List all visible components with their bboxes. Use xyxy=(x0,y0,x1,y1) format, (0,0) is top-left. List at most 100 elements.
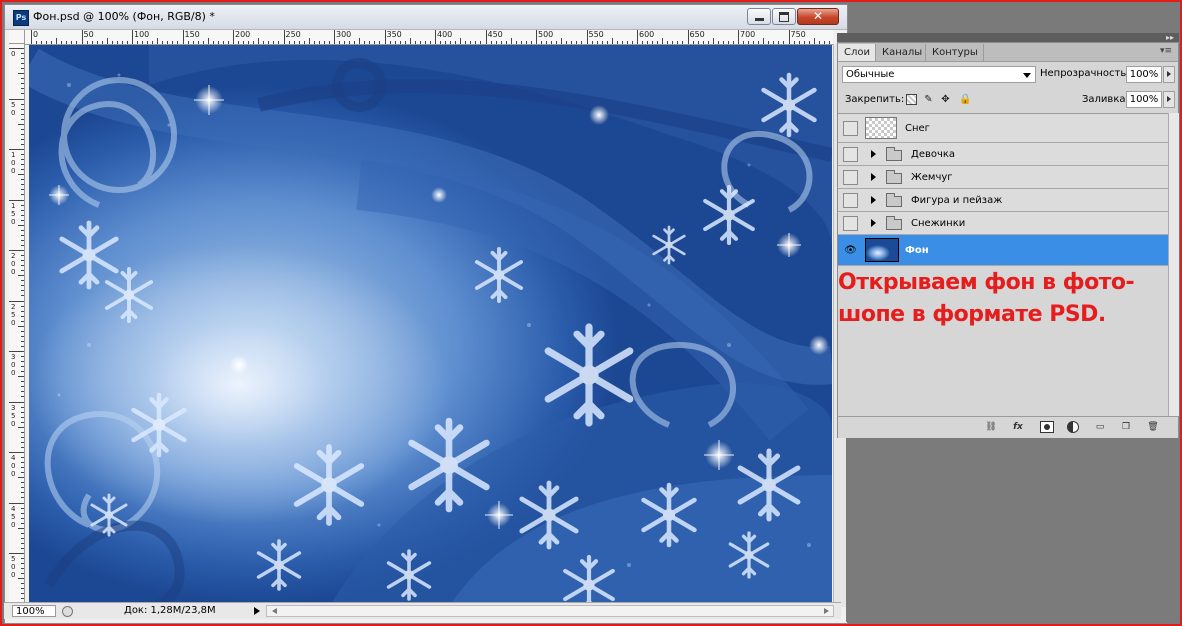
layer-group-snezhinki[interactable]: Снежинки xyxy=(838,212,1168,235)
horizontal-scrollbar[interactable] xyxy=(266,605,834,617)
status-menu-arrow-icon[interactable] xyxy=(254,607,260,615)
lock-transparency-icon[interactable] xyxy=(906,94,917,105)
ruler-minor-tick xyxy=(21,507,24,509)
vertical-ruler[interactable]: 0 5 0 1 0 0 1 5 0 2 0 0 2 5 0 3 0 0 3 5 0 4 0 0 4… xyxy=(9,44,25,607)
ruler-minor-tick xyxy=(773,41,775,44)
lock-all-padlock-icon[interactable]: 🔒 xyxy=(959,94,971,105)
ruler-minor-tick xyxy=(349,41,351,44)
expand-group-triangle-icon[interactable] xyxy=(871,150,876,158)
ruler-minor-tick xyxy=(21,563,24,565)
ruler-minor-tick xyxy=(783,41,785,44)
ruler-minor-tick xyxy=(21,396,24,398)
new-layer-icon[interactable]: ❐ xyxy=(1119,421,1133,433)
ruler-minor-tick xyxy=(419,41,421,44)
fill-slider-button[interactable] xyxy=(1163,91,1175,108)
ruler-tick xyxy=(9,502,24,504)
ruler-tick xyxy=(334,30,335,44)
ruler-minor-tick xyxy=(445,41,447,44)
fx-icon[interactable]: fx xyxy=(1011,421,1025,433)
ruler-label: 4 5 0 xyxy=(11,504,16,529)
layer-group-devochka[interactable]: Девочка xyxy=(838,143,1168,166)
ruler-minor-tick xyxy=(662,38,664,44)
trash-icon[interactable]: 🗑 xyxy=(1146,421,1160,433)
ruler-minor-tick xyxy=(298,41,300,44)
tab-channels[interactable]: Каналы xyxy=(876,44,926,61)
ruler-minor-tick xyxy=(21,154,24,156)
close-button[interactable]: ✕ xyxy=(797,8,839,25)
ruler-minor-tick xyxy=(379,41,381,44)
panel-collapse-icon[interactable]: ▸▸ xyxy=(1166,33,1174,42)
tab-paths[interactable]: Контуры xyxy=(926,44,984,61)
blend-mode-select[interactable]: Обычные xyxy=(842,66,1036,83)
zoom-field[interactable]: 100% xyxy=(12,605,56,617)
ruler-minor-tick xyxy=(21,345,24,347)
ruler-minor-tick xyxy=(21,88,24,90)
ruler-minor-tick xyxy=(18,73,24,75)
ruler-tick xyxy=(233,30,234,44)
maximize-button[interactable] xyxy=(772,8,796,25)
ruler-minor-tick xyxy=(21,467,24,469)
layers-scrollbar[interactable] xyxy=(1168,113,1179,416)
ruler-tick xyxy=(9,351,24,352)
ruler-minor-tick xyxy=(212,41,214,44)
layer-group-zhemchug[interactable]: Жемчуг xyxy=(838,166,1168,189)
tab-layers[interactable]: Слои xyxy=(838,44,876,61)
image-canvas[interactable] xyxy=(29,45,832,607)
layer-name: Снег xyxy=(905,123,930,134)
opacity-field[interactable]: 100% xyxy=(1126,66,1162,83)
adjustment-icon[interactable] xyxy=(1067,421,1079,433)
panel-dock-strip[interactable] xyxy=(837,33,1179,42)
ruler-label: 3 5 0 xyxy=(11,403,16,428)
link-icon[interactable]: ⛓ xyxy=(984,421,998,433)
lock-pixels-brush-icon[interactable]: ✎ xyxy=(923,94,934,105)
panel-menu-icon[interactable]: ▾≡ xyxy=(1160,46,1172,56)
ruler-minor-tick xyxy=(21,573,24,575)
scroll-left-arrow-icon[interactable] xyxy=(272,608,277,614)
layer-row-fon[interactable]: 👁 Фон xyxy=(838,235,1168,266)
scroll-right-arrow-icon[interactable] xyxy=(824,608,829,614)
visibility-toggle[interactable] xyxy=(843,121,858,136)
ruler-minor-tick xyxy=(21,532,24,534)
fill-field[interactable]: 100% xyxy=(1126,91,1162,108)
lock-label: Закрепить: xyxy=(845,94,905,105)
expand-group-triangle-icon[interactable] xyxy=(871,173,876,181)
visibility-toggle[interactable]: 👁 xyxy=(843,243,858,258)
ruler-label: 0 xyxy=(33,30,39,39)
ruler-minor-tick xyxy=(313,41,315,44)
visibility-toggle[interactable] xyxy=(843,170,858,185)
horizontal-ruler[interactable]: 0 50 100 150 200 250 300 350 400 450 500 550 600 650 7… xyxy=(25,30,833,45)
layer-group-figura-i-peyzazh[interactable]: Фигура и пейзаж xyxy=(838,189,1168,212)
ruler-minor-tick xyxy=(667,41,669,44)
ruler-minor-tick xyxy=(207,38,209,44)
ruler-minor-tick xyxy=(758,41,760,44)
ruler-minor-tick xyxy=(41,41,43,44)
ruler-minor-tick xyxy=(505,41,507,44)
visibility-toggle[interactable] xyxy=(843,216,858,231)
mask-icon[interactable] xyxy=(1040,421,1054,433)
ruler-label: 450 xyxy=(487,30,503,39)
ruler-minor-tick xyxy=(692,41,694,44)
close-icon: ✕ xyxy=(812,9,824,23)
doc-status-icon[interactable] xyxy=(62,606,73,617)
document-titlebar[interactable]: Ps Фон.psd @ 100% (Фон, RGB/8) * ✕ xyxy=(5,5,847,30)
ruler-minor-tick xyxy=(657,41,659,44)
ruler-minor-tick xyxy=(399,41,401,44)
expand-group-triangle-icon[interactable] xyxy=(871,196,876,204)
layer-name: Жемчуг xyxy=(911,172,953,183)
ruler-minor-tick xyxy=(21,260,24,262)
visibility-toggle[interactable] xyxy=(843,193,858,208)
opacity-slider-button[interactable] xyxy=(1163,66,1175,83)
ruler-minor-tick xyxy=(21,133,24,135)
group-icon[interactable]: ▭ xyxy=(1093,421,1107,433)
ruler-minor-tick xyxy=(21,391,24,393)
visibility-toggle[interactable] xyxy=(843,147,858,162)
expand-group-triangle-icon[interactable] xyxy=(871,219,876,227)
ruler-minor-tick xyxy=(18,224,24,226)
ruler-minor-tick xyxy=(21,138,24,140)
ruler-origin[interactable] xyxy=(9,30,25,44)
layer-row-sneg[interactable]: Снег xyxy=(838,114,1168,143)
ruler-minor-tick xyxy=(293,41,295,44)
lock-position-move-icon[interactable]: ✥ xyxy=(940,94,951,105)
minimize-button[interactable] xyxy=(747,8,771,25)
ruler-minor-tick xyxy=(217,41,219,44)
